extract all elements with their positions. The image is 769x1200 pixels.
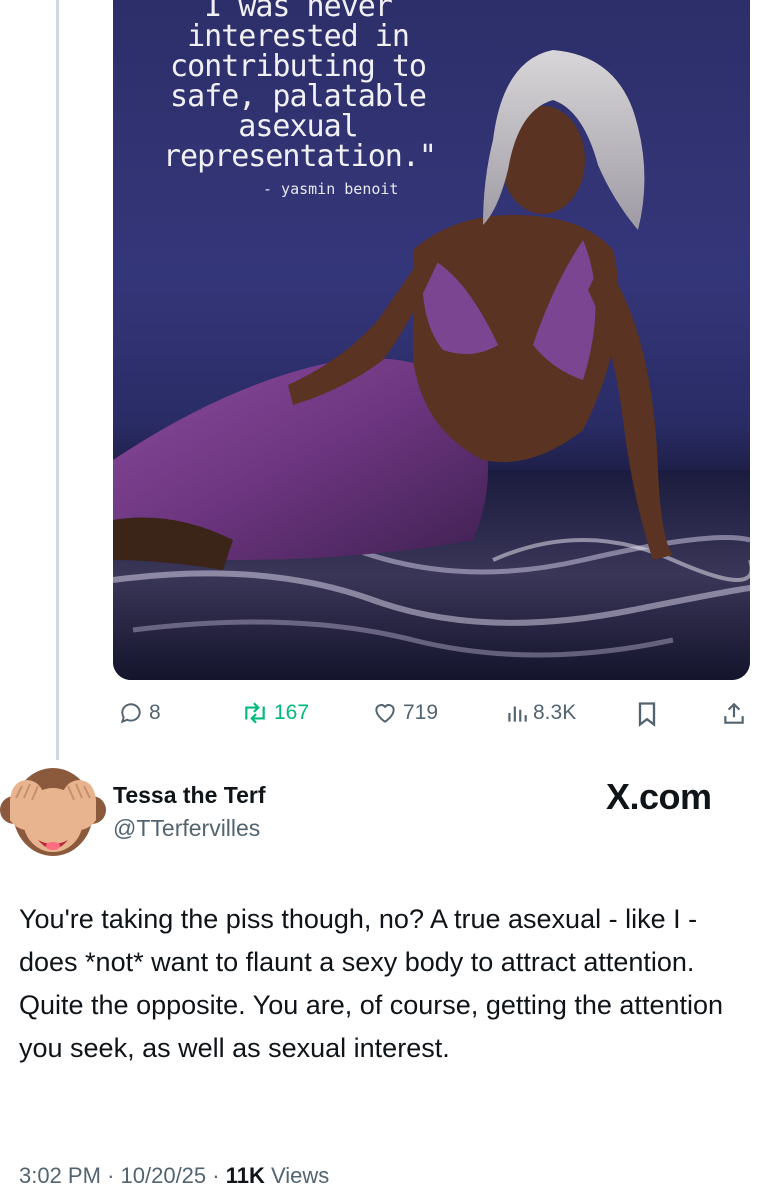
see-no-evil-monkey-emoji — [0, 768, 106, 856]
bookmark-icon — [638, 702, 656, 727]
quote-line: representation." — [163, 139, 437, 174]
tweet-time[interactable]: 3:02 PM — [19, 1163, 101, 1188]
retweet-icon — [245, 702, 265, 724]
tweet-views-label: Views — [271, 1163, 330, 1188]
views-button[interactable]: 8.3K — [505, 700, 576, 726]
heart-icon — [375, 704, 395, 723]
like-button[interactable]: 719 — [371, 700, 438, 726]
quote-line: asexual — [238, 109, 358, 144]
views-count: 8.3K — [533, 701, 577, 724]
retweet-count: 167 — [274, 701, 310, 724]
reply-author-name[interactable]: Tessa the Terf — [113, 782, 266, 809]
retweet-button[interactable]: 167 — [240, 700, 309, 726]
thread-connector-line — [56, 0, 59, 760]
quote-line: interested in — [187, 19, 410, 54]
avatar[interactable] — [0, 760, 106, 872]
speech-bubble-icon — [120, 703, 141, 724]
media-quote-text: I was never interested in contributing t… — [163, 0, 437, 174]
meta-separator: · — [212, 1163, 226, 1188]
tweet-media-image[interactable]: I was never interested in contributing t… — [113, 0, 750, 680]
tweet-meta: 3:02 PM · 10/20/25 · 11K Views — [19, 1163, 329, 1189]
media-quote-author: - yasmin benoit — [263, 180, 399, 198]
tweet-views-count: 11K — [225, 1163, 265, 1188]
bar-chart-icon — [508, 706, 527, 722]
tweet-action-bar: 8 167 719 8.3K — [113, 700, 753, 732]
share-button[interactable] — [721, 700, 747, 728]
x-com-watermark: X.com — [606, 776, 712, 817]
reply-count: 8 — [149, 701, 161, 724]
quote-line: contributing to — [170, 49, 427, 84]
bookmark-button[interactable] — [635, 700, 659, 728]
like-count: 719 — [403, 701, 439, 724]
reply-text: You're taking the piss though, no? A tru… — [19, 904, 724, 1063]
tweet-date[interactable]: 10/20/25 — [121, 1163, 207, 1188]
meta-separator: · — [107, 1163, 121, 1188]
quote-line: safe, palatable — [170, 79, 427, 114]
share-icon — [724, 702, 744, 724]
reply-button[interactable]: 8 — [117, 700, 161, 726]
reply-author-handle[interactable]: @TTerfervilles — [113, 815, 260, 842]
